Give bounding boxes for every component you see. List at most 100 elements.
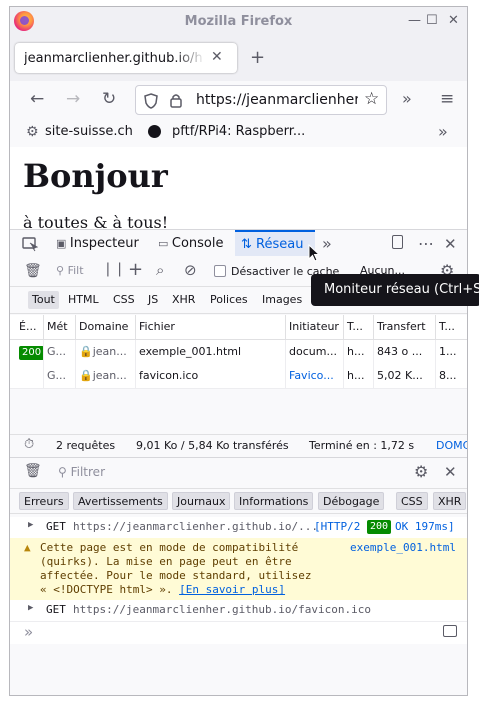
console-trash-icon[interactable]: 🗑 (24, 463, 42, 479)
filter-html[interactable]: HTML (64, 291, 103, 309)
category-warnings[interactable]: Avertissements (73, 492, 168, 510)
more-tools-chevron-icon[interactable]: » (322, 234, 332, 253)
row-transfer: 5,02 K... (374, 364, 436, 388)
forward-icon[interactable]: → (66, 89, 80, 109)
devtools-toolbar: ▣ Inspecteur ▭ Console ⇅ Réseau » ⋯ ✕ (10, 229, 467, 260)
row-file: favicon.ico (136, 364, 286, 388)
learn-more-link[interactable]: [En savoir plus] (179, 583, 285, 596)
filter-funnel-icon: ⚲ (56, 264, 68, 277)
table-row[interactable]: G... 🔒jean... favicon.ico Favico... h...… (10, 364, 467, 389)
devtools-menu-icon[interactable]: ⋯ (418, 234, 434, 253)
network-tooltip: Moniteur réseau (Ctrl+Shift+E) (311, 274, 479, 306)
table-row[interactable]: 200 G... 🔒jean... exemple_001.html docum… (10, 340, 467, 365)
col-transfer[interactable]: Transfert (374, 315, 436, 339)
close-window-icon[interactable]: ✕ (448, 13, 459, 28)
navigation-bar: ← → ↻ https://jeanmarclienher.github.io/… (10, 81, 467, 120)
col-file[interactable]: Fichier (136, 315, 286, 339)
tab-close-icon[interactable]: ✕ (211, 49, 223, 65)
bookmarks-overflow-icon[interactable]: » (438, 122, 448, 141)
tab-inspector-label: Inspecteur (69, 236, 139, 251)
col-status[interactable]: É... (16, 315, 44, 339)
msg-result: OK 197ms] (395, 520, 455, 533)
tab-label-fade (175, 47, 205, 69)
maximize-icon[interactable]: ☐ (426, 13, 438, 28)
network-icon: ⇅ (241, 237, 257, 252)
tracking-shield-icon[interactable] (144, 93, 158, 109)
category-logs[interactable]: Journaux (172, 492, 231, 510)
search-icon[interactable]: ⌕ (156, 261, 164, 279)
new-tab-button[interactable]: + (250, 47, 265, 68)
minimize-icon[interactable]: — (408, 13, 421, 28)
filter-fonts[interactable]: Polices (206, 291, 252, 309)
devtools-close-icon[interactable]: ✕ (444, 235, 457, 253)
filter-all[interactable]: Tout (28, 291, 59, 309)
disable-cache-checkbox[interactable] (214, 265, 226, 277)
tab-inspector[interactable]: ▣ Inspecteur (56, 230, 139, 258)
url-bar[interactable]: https://jeanmarclienher.github.io/html ☆ (135, 85, 387, 115)
console-settings-gear-icon[interactable]: ⚙ (414, 462, 428, 481)
network-summary-bar: ⏱ 2 requêtes 9,01 Ko / 5,84 Ko transféré… (10, 434, 467, 457)
bookmark-star-icon[interactable]: ☆ (364, 89, 379, 109)
dock-mode-icon[interactable] (392, 235, 403, 249)
category-xhr[interactable]: XHR (433, 492, 467, 510)
tab-active[interactable]: jeanmarclienher.github.io/html ✕ (15, 43, 237, 73)
col-domain[interactable]: Domaine (76, 315, 136, 339)
tab-network[interactable]: ⇅ Réseau (235, 230, 315, 256)
summary-transferred: 9,01 Ko / 5,84 Ko transférés (136, 439, 289, 452)
lock-icon[interactable] (170, 93, 182, 108)
msg-status-badge: 200 (367, 520, 392, 534)
warning-line: (quirks). La mise en page peut en être (40, 555, 292, 568)
puzzle-favicon-icon: ⚙ (26, 124, 39, 140)
row-initiator-link[interactable]: Favico... (286, 364, 344, 388)
summary-finished: Terminé en : 1,72 s (309, 439, 415, 452)
col-method[interactable]: Mét (44, 315, 76, 339)
row-type: h... (344, 340, 374, 364)
console-close-icon[interactable]: ✕ (444, 463, 457, 481)
warning-source-link[interactable]: exemple_001.html (350, 541, 456, 554)
bookmark-pftf-rpi4[interactable]: pftf/RPi4: Raspberr... (172, 124, 305, 139)
block-icon[interactable]: ⊘ (184, 261, 197, 279)
reload-icon[interactable]: ↻ (102, 89, 116, 109)
console-filter-input[interactable]: ⚲ Filtrer (58, 465, 105, 479)
tab-bar: jeanmarclienher.github.io/html ✕ + (10, 37, 467, 81)
console-toolbar: 🗑 ⚲ Filtrer ⚙ ✕ (10, 457, 467, 489)
console-message-request[interactable]: ▶ GET https://jeanmarclienher.github.io/… (10, 600, 467, 622)
add-request-icon[interactable]: + (128, 259, 143, 280)
col-size[interactable]: T... (436, 315, 467, 339)
category-errors[interactable]: Erreurs (19, 492, 69, 510)
category-css[interactable]: CSS (396, 492, 428, 510)
back-icon[interactable]: ← (30, 89, 44, 109)
filter-css[interactable]: CSS (109, 291, 139, 309)
tab-console[interactable]: ▭ Console (158, 230, 224, 258)
inspector-icon: ▣ (56, 237, 70, 250)
tab-network-label: Réseau (256, 237, 304, 252)
console-input[interactable]: » (10, 622, 467, 644)
msg-method: GET (46, 603, 66, 616)
console-warning: ▲ Cette page est en mode de compatibilit… (10, 538, 467, 601)
network-filter-input[interactable]: ⚲ Filt (56, 264, 84, 277)
expand-arrow-icon[interactable]: ▶ (28, 520, 33, 530)
col-type[interactable]: T... (344, 315, 374, 339)
trash-icon[interactable]: 🗑 (24, 263, 42, 279)
hamburger-menu-icon[interactable]: ≡ (440, 89, 454, 109)
category-info[interactable]: Informations (234, 492, 314, 510)
console-message-request[interactable]: ▶ GET https://jeanmarclienher.github.io/… (10, 517, 467, 539)
filter-js[interactable]: JS (144, 291, 162, 309)
col-initiator[interactable]: Initiateur (286, 315, 344, 339)
browser-window: Mozilla Firefox — ☐ ✕ jeanmarclienher.gi… (9, 6, 468, 696)
expand-arrow-icon[interactable]: ▶ (28, 603, 33, 613)
element-picker-icon[interactable] (22, 237, 38, 252)
filter-images[interactable]: Images (258, 291, 306, 309)
row-domain-text: jean... (92, 345, 127, 358)
category-debug[interactable]: Débogage (318, 492, 385, 510)
row-file: exemple_001.html (136, 340, 286, 364)
editor-mode-icon[interactable] (443, 625, 457, 637)
stopwatch-icon: ⏱ (24, 437, 35, 452)
msg-url[interactable]: https://jeanmarclienher.github.io/... (73, 520, 318, 533)
filter-xhr[interactable]: XHR (168, 291, 199, 309)
console-icon: ▭ (158, 237, 172, 250)
pause-icon[interactable]: ❘❘ (102, 261, 125, 277)
bookmark-site-suisse[interactable]: site-suisse.ch (45, 124, 133, 139)
msg-url[interactable]: https://jeanmarclienher.github.io/favico… (73, 603, 371, 616)
overflow-chevron-icon[interactable]: » (402, 89, 412, 108)
